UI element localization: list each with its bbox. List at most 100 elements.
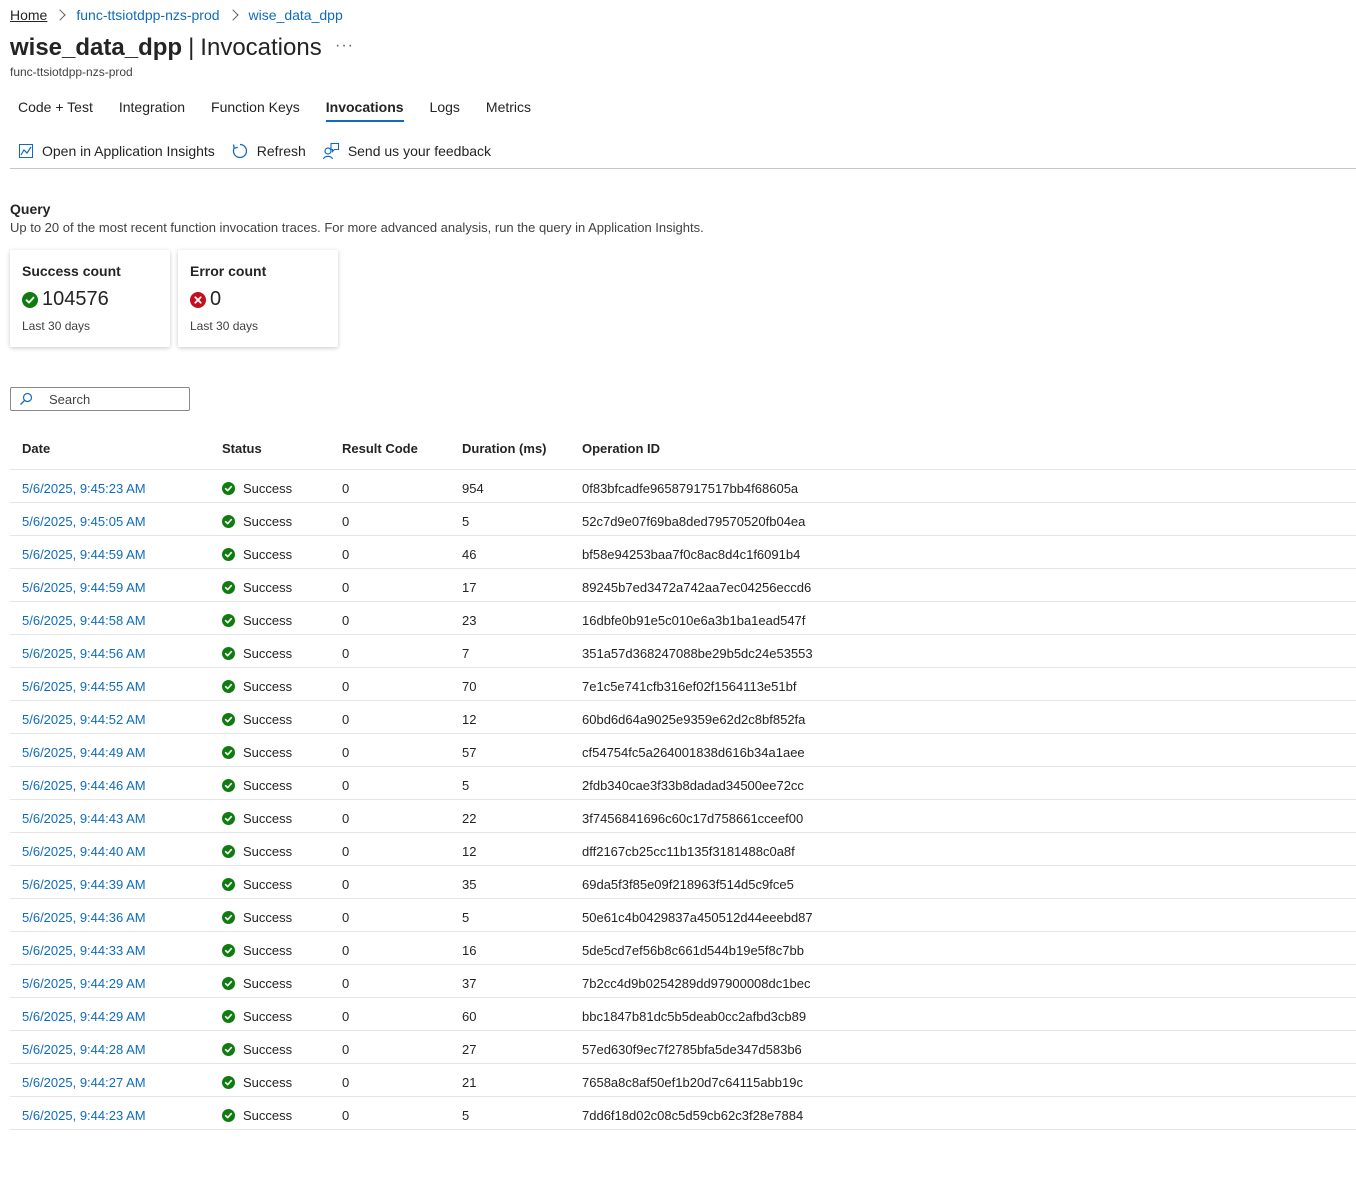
date-cell: 5/6/2025, 9:44:43 AM <box>22 800 146 834</box>
breadcrumb-home-link[interactable]: Home <box>10 7 47 23</box>
operation-id-cell: 7e1c5e741cfb316ef02f1564113e51bf <box>582 678 797 694</box>
table-row[interactable]: 5/6/2025, 9:45:23 AM Success 0 954 0f83bfcad… <box>10 470 1356 503</box>
tab-code-test[interactable]: Code + Test <box>18 96 93 122</box>
tab-invocations[interactable]: Invocations <box>325 96 404 122</box>
search-input[interactable] <box>47 390 181 408</box>
duration-cell: 27 <box>462 1041 477 1057</box>
table-row[interactable]: 5/6/2025, 9:44:46 AM Success 0 5 2fdb340cae3… <box>10 767 1356 800</box>
table-row[interactable]: 5/6/2025, 9:44:36 AM Success 0 5 50e61c4b042… <box>10 899 1356 932</box>
result-code-cell: 0 <box>342 711 350 727</box>
status-text: Success <box>243 711 293 727</box>
tab-metrics[interactable]: Metrics <box>486 96 531 122</box>
operation-id-cell: 50e61c4b0429837a450512d44eeebd87 <box>582 909 813 925</box>
operation-id-cell: 5de5cd7ef56b8c661d544b19e5f8c7bb <box>582 942 804 958</box>
more-options-icon[interactable]: ··· <box>335 30 354 62</box>
breadcrumb-function-app-link[interactable]: func-ttsiotdpp-nzs-prod <box>76 7 219 23</box>
feedback-icon <box>322 142 339 160</box>
table-row[interactable]: 5/6/2025, 9:44:29 AM Success 0 37 7b2cc4d9b0… <box>10 965 1356 998</box>
table-row[interactable]: 5/6/2025, 9:44:23 AM Success 0 5 7dd6f18d02c… <box>10 1097 1356 1130</box>
date-cell: 5/6/2025, 9:44:59 AM <box>22 569 146 603</box>
operation-id-cell: bf58e94253baa7f0c8ac8d4c1f6091b4 <box>582 546 801 562</box>
invocation-date-link[interactable]: 5/6/2025, 9:44:27 AM <box>22 1075 146 1090</box>
open-in-app-insights-button[interactable]: Open in Application Insights <box>18 140 215 162</box>
result-code-cell: 0 <box>342 612 350 628</box>
status-cell: Success <box>222 635 292 669</box>
invocation-date-link[interactable]: 5/6/2025, 9:44:33 AM <box>22 943 146 958</box>
table-row[interactable]: 5/6/2025, 9:44:27 AM Success 0 21 7658a8c8af… <box>10 1064 1356 1097</box>
invocation-date-link[interactable]: 5/6/2025, 9:44:29 AM <box>22 1009 146 1024</box>
success-check-icon <box>222 1075 235 1089</box>
status-text: Success <box>243 579 293 595</box>
result-code-cell: 0 <box>342 810 350 826</box>
tab-logs[interactable]: Logs <box>430 96 460 122</box>
table-row[interactable]: 5/6/2025, 9:44:59 AM Success 0 17 89245b7ed3… <box>10 569 1356 602</box>
table-row[interactable]: 5/6/2025, 9:44:39 AM Success 0 35 69da5f3f85… <box>10 866 1356 899</box>
result-code-cell: 0 <box>342 1008 350 1024</box>
date-cell: 5/6/2025, 9:45:05 AM <box>22 503 146 537</box>
table-row[interactable]: 5/6/2025, 9:44:43 AM Success 0 22 3f74568416… <box>10 800 1356 833</box>
table-row[interactable]: 5/6/2025, 9:44:28 AM Success 0 27 57ed630f9e… <box>10 1031 1356 1064</box>
table-row[interactable]: 5/6/2025, 9:44:56 AM Success 0 7 351a57d3682… <box>10 635 1356 668</box>
date-cell: 5/6/2025, 9:44:29 AM <box>22 965 146 999</box>
result-code-cell: 0 <box>342 678 350 694</box>
invocation-date-link[interactable]: 5/6/2025, 9:44:55 AM <box>22 679 146 694</box>
breadcrumb-function-link[interactable]: wise_data_dpp <box>249 7 343 23</box>
success-check-icon <box>222 1009 235 1023</box>
operation-id-cell: dff2167cb25cc11b135f3181488c0a8f <box>582 843 795 859</box>
status-text: Success <box>243 1008 293 1024</box>
invocation-date-link[interactable]: 5/6/2025, 9:44:23 AM <box>22 1108 146 1123</box>
status-text: Success <box>243 513 293 529</box>
success-check-icon <box>222 613 235 627</box>
invocation-date-link[interactable]: 5/6/2025, 9:44:29 AM <box>22 976 146 991</box>
refresh-button[interactable]: Refresh <box>231 140 306 162</box>
invocation-date-link[interactable]: 5/6/2025, 9:44:49 AM <box>22 745 146 760</box>
invocation-date-link[interactable]: 5/6/2025, 9:45:23 AM <box>22 481 146 496</box>
date-cell: 5/6/2025, 9:44:39 AM <box>22 866 146 900</box>
invocation-date-link[interactable]: 5/6/2025, 9:44:43 AM <box>22 811 146 826</box>
table-row[interactable]: 5/6/2025, 9:44:58 AM Success 0 23 16dbfe0b91… <box>10 602 1356 635</box>
command-bar: Open in Application Insights Refresh Sen… <box>18 140 507 162</box>
success-count-label: Success count <box>22 263 121 279</box>
tab-integration[interactable]: Integration <box>119 96 185 122</box>
tab-function-keys[interactable]: Function Keys <box>211 96 300 122</box>
table-row[interactable]: 5/6/2025, 9:44:29 AM Success 0 60 bbc1847b81… <box>10 998 1356 1031</box>
operation-id-cell: 0f83bfcadfe96587917517bb4f68605a <box>582 480 799 496</box>
duration-cell: 5 <box>462 909 470 925</box>
status-cell: Success <box>222 1064 292 1098</box>
duration-cell: 35 <box>462 876 477 892</box>
function-name: wise_data_dpp <box>10 34 183 61</box>
invocation-date-link[interactable]: 5/6/2025, 9:44:56 AM <box>22 646 146 661</box>
invocation-date-link[interactable]: 5/6/2025, 9:44:46 AM <box>22 778 146 793</box>
status-cell: Success <box>222 668 292 702</box>
table-row[interactable]: 5/6/2025, 9:44:40 AM Success 0 12 dff2167cb2… <box>10 833 1356 866</box>
invocation-date-link[interactable]: 5/6/2025, 9:44:58 AM <box>22 613 146 628</box>
search-box[interactable] <box>10 387 190 411</box>
invocation-date-link[interactable]: 5/6/2025, 9:44:40 AM <box>22 844 146 859</box>
status-cell: Success <box>222 833 292 867</box>
operation-id-cell: bbc1847b81dc5b5deab0cc2afbd3cb89 <box>582 1008 807 1024</box>
success-check-icon <box>222 514 235 528</box>
duration-cell: 16 <box>462 942 477 958</box>
invocation-date-link[interactable]: 5/6/2025, 9:44:28 AM <box>22 1042 146 1057</box>
table-row[interactable]: 5/6/2025, 9:44:55 AM Success 0 70 7e1c5e741c… <box>10 668 1356 701</box>
invocation-date-link[interactable]: 5/6/2025, 9:44:52 AM <box>22 712 146 727</box>
success-check-icon <box>22 291 38 308</box>
result-code-cell: 0 <box>342 513 350 529</box>
invocation-date-link[interactable]: 5/6/2025, 9:44:59 AM <box>22 580 146 595</box>
success-check-icon <box>222 547 235 561</box>
table-row[interactable]: 5/6/2025, 9:44:52 AM Success 0 12 60bd6d64a9… <box>10 701 1356 734</box>
invocation-date-link[interactable]: 5/6/2025, 9:45:05 AM <box>22 514 146 529</box>
result-code-cell: 0 <box>342 843 350 859</box>
table-row[interactable]: 5/6/2025, 9:44:33 AM Success 0 16 5de5cd7ef5… <box>10 932 1356 965</box>
result-code-cell: 0 <box>342 1107 350 1123</box>
send-feedback-button[interactable]: Send us your feedback <box>322 140 491 162</box>
invocation-date-link[interactable]: 5/6/2025, 9:44:36 AM <box>22 910 146 925</box>
status-cell: Success <box>222 569 292 603</box>
page-title: wise_data_dpp | Invocations ··· <box>10 32 353 64</box>
result-code-cell: 0 <box>342 975 350 991</box>
invocation-date-link[interactable]: 5/6/2025, 9:44:59 AM <box>22 547 146 562</box>
table-row[interactable]: 5/6/2025, 9:44:49 AM Success 0 57 cf54754fc5… <box>10 734 1356 767</box>
table-row[interactable]: 5/6/2025, 9:44:59 AM Success 0 46 bf58e94253… <box>10 536 1356 569</box>
table-row[interactable]: 5/6/2025, 9:45:05 AM Success 0 5 52c7d9e07f6… <box>10 503 1356 536</box>
invocation-date-link[interactable]: 5/6/2025, 9:44:39 AM <box>22 877 146 892</box>
